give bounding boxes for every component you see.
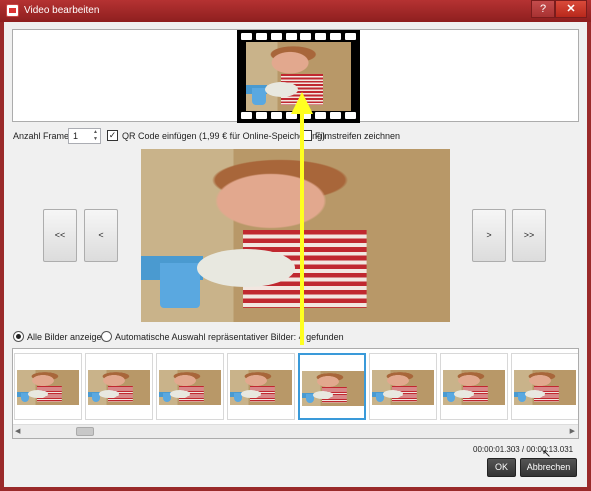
help-button[interactable]: ? (531, 0, 555, 18)
frames-label: Anzahl Frames (13, 131, 74, 141)
thumbnail[interactable] (440, 353, 508, 420)
last-frame-button[interactable]: >> (512, 209, 546, 262)
app-icon (6, 4, 19, 17)
show-all-radio[interactable] (13, 331, 24, 342)
auto-select-radio[interactable] (101, 331, 112, 342)
scroll-left-icon[interactable]: ◀ (15, 427, 20, 435)
close-button[interactable]: ✕ (555, 0, 587, 18)
sprocket-holes-top (241, 33, 356, 41)
scroll-right-icon[interactable]: ▶ (570, 427, 575, 435)
filmstrip-preview (237, 30, 360, 123)
thumbnail[interactable] (85, 353, 153, 420)
options-row: Anzahl Frames 1 ▲ ▼ ✓ QR Code einfügen (1… (4, 128, 587, 144)
thumbnail-selected[interactable] (298, 353, 366, 420)
filmstrip-label[interactable]: Filmstreifen zeichnen (315, 131, 400, 141)
qr-code-checkbox[interactable]: ✓ (107, 130, 118, 141)
main-frame-preview (141, 149, 450, 322)
sprocket-holes-bottom (241, 112, 356, 120)
filmstrip-preview-panel (12, 29, 579, 123)
frames-value[interactable]: 1 (73, 131, 78, 141)
thumbnail[interactable] (511, 353, 578, 420)
horizontal-scrollbar[interactable]: ◀ ▶ (13, 424, 578, 438)
first-frame-button[interactable]: << (43, 209, 77, 262)
filmstrip-checkbox[interactable] (301, 130, 312, 141)
dialog-body: Anzahl Frames 1 ▲ ▼ ✓ QR Code einfügen (1… (4, 22, 587, 487)
title-bar: Video bearbeiten ? ✕ (0, 0, 591, 22)
thumbnail[interactable] (227, 353, 295, 420)
thumbnail[interactable] (369, 353, 437, 420)
selection-mode-row: Alle Bilder anzeigen Automatische Auswah… (4, 330, 587, 344)
show-all-label[interactable]: Alle Bilder anzeigen (27, 332, 107, 342)
ok-button[interactable]: OK (487, 458, 516, 477)
spinner-arrows-icon[interactable]: ▲ ▼ (91, 129, 100, 143)
previous-frame-button[interactable]: < (84, 209, 118, 262)
timecode: 00:00:01.303 / 00:00:13.031 (473, 445, 574, 454)
auto-select-label[interactable]: Automatische Auswahl repräsentativer Bil… (115, 332, 344, 342)
mouse-cursor-icon: ↖ (542, 448, 552, 460)
window-title: Video bearbeiten (24, 5, 100, 16)
thumbnail[interactable] (14, 353, 82, 420)
filmstrip-frame-image (246, 42, 351, 111)
frames-spinner[interactable]: 1 ▲ ▼ (68, 128, 101, 144)
qr-code-label[interactable]: QR Code einfügen (1,99 € für Online-Spei… (122, 131, 325, 141)
thumbnail[interactable] (156, 353, 224, 420)
thumbnail-strip: ◀ ▶ (12, 348, 579, 439)
scrollbar-thumb[interactable] (76, 427, 94, 436)
next-frame-button[interactable]: > (472, 209, 506, 262)
cancel-button[interactable]: Abbrechen (520, 458, 577, 477)
